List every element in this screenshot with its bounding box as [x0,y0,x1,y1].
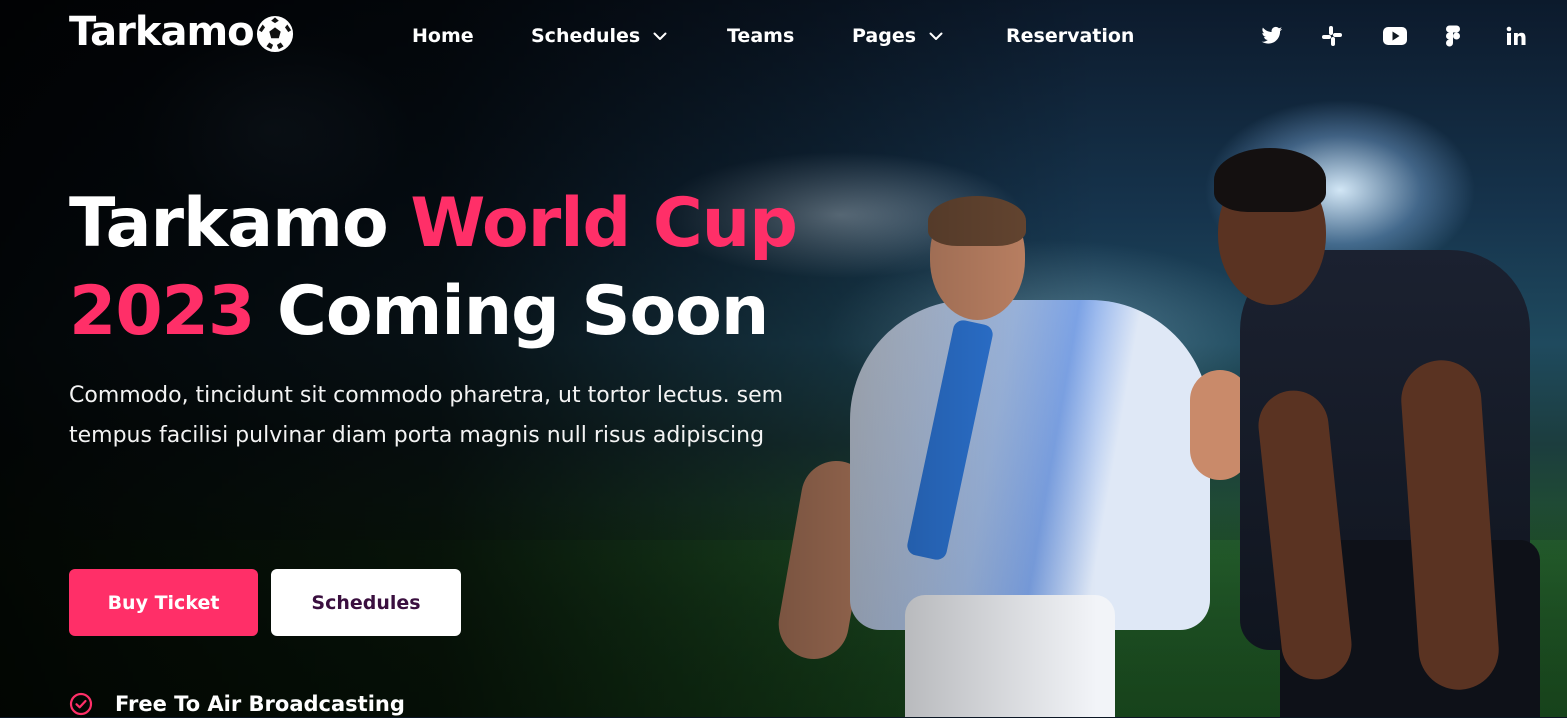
twitter-icon [1261,26,1283,44]
schedules-button-label: Schedules [311,591,421,614]
hero-title-part1: Tarkamo [69,184,411,263]
linkedin-icon [1506,26,1526,45]
nav-schedules[interactable]: Schedules [531,22,668,50]
nav-reservation-label: Reservation [1006,25,1135,47]
buy-ticket-label: Buy Ticket [107,591,220,614]
hero-description: Commodo, tincidunt sit commodo pharetra,… [69,383,784,448]
hero-title-accent2: 2023 [69,272,255,351]
twitter-link[interactable] [1260,24,1284,48]
nav-home-label: Home [412,25,474,47]
chevron-down-icon [653,32,667,40]
youtube-icon [1383,27,1407,45]
nav-schedules-label: Schedules [531,25,641,47]
brand-logo[interactable]: Tarkamo [69,8,294,56]
nav-teams[interactable]: Teams [727,22,794,50]
feature-label: Free To Air Broadcasting [115,692,405,716]
nav-teams-label: Teams [727,25,795,47]
buy-ticket-button[interactable]: Buy Ticket [69,569,258,636]
youtube-link[interactable] [1383,24,1407,48]
feature-item: Free To Air Broadcasting [69,690,405,718]
hero-title-part2: Coming Soon [254,272,769,351]
brand-name: Tarkamo [69,9,255,55]
slack-link[interactable] [1320,24,1344,48]
hero-title-accent1: World Cup [410,184,797,263]
site-header: Tarkamo Home Schedules Teams Pages Reser… [0,0,1567,72]
chevron-down-icon [929,32,943,40]
figma-icon [1446,25,1460,47]
nav-home[interactable]: Home [412,22,474,50]
slack-icon [1322,26,1342,46]
schedules-button[interactable]: Schedules [271,569,461,636]
nav-pages-label: Pages [852,25,917,47]
check-circle-icon [69,692,93,716]
figma-link[interactable] [1441,24,1465,48]
linkedin-link[interactable] [1504,24,1528,48]
hero-title: Tarkamo World Cup 2023 Coming Soon [69,180,809,356]
soccer-ball-icon [256,15,293,53]
nav-pages[interactable]: Pages [852,22,944,50]
nav-reservation[interactable]: Reservation [1006,22,1134,50]
